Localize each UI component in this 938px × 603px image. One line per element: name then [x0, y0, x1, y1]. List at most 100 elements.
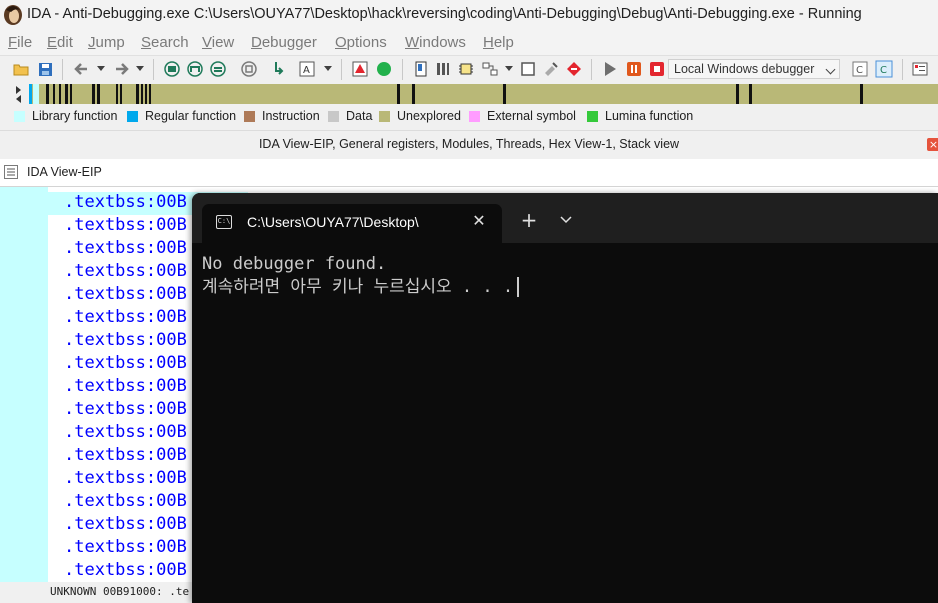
- legend-label: Unexplored: [397, 109, 461, 123]
- layout-icon[interactable]: [911, 60, 929, 78]
- nav-segment: [53, 84, 55, 104]
- command-prompt-icon: C:\: [216, 215, 232, 229]
- nav-segment: [412, 84, 415, 104]
- toolbar: A Local Windows debugger C C: [0, 55, 938, 83]
- debugger-select[interactable]: Local Windows debugger: [668, 59, 840, 79]
- nav-segment: [65, 84, 68, 104]
- pause-process-icon[interactable]: [625, 60, 643, 78]
- nav-segment: [59, 84, 61, 104]
- chip-icon[interactable]: [457, 60, 475, 78]
- close-tab-icon[interactable]: ✕: [467, 209, 491, 233]
- text-cursor: [517, 277, 520, 297]
- legend-swatch: [469, 110, 480, 122]
- legend-label: Library function: [32, 109, 118, 123]
- legend-label: Lumina function: [605, 109, 694, 123]
- new-tab-button[interactable]: +: [517, 208, 541, 232]
- menu-options[interactable]: Options: [335, 34, 387, 51]
- legend-swatch: [587, 110, 598, 122]
- continue-process-icon[interactable]: [601, 60, 619, 78]
- menu-search[interactable]: Search: [141, 34, 189, 51]
- back-dropdown-icon[interactable]: [97, 66, 105, 71]
- segments-icon[interactable]: [434, 60, 452, 78]
- terminal-tab[interactable]: C:\ C:\Users\OUYA77\Desktop\ ✕: [202, 204, 502, 243]
- graph-view-icon[interactable]: [163, 60, 181, 78]
- legend-item: External symbol: [469, 109, 576, 123]
- legend-swatch: [379, 110, 390, 122]
- chevron-down-icon: [825, 64, 836, 75]
- toolbar-separator: [153, 59, 154, 80]
- terminal-window[interactable]: C:\ C:\Users\OUYA77\Desktop\ ✕ + No debu…: [192, 193, 938, 603]
- hex-view-icon[interactable]: [240, 60, 258, 78]
- legend-label: Instruction: [262, 109, 320, 123]
- nav-segment: [860, 84, 863, 104]
- legend-swatch: [127, 110, 138, 122]
- menu-debugger[interactable]: Debugger: [251, 34, 317, 51]
- terminate-process-icon[interactable]: [648, 60, 666, 78]
- refresh-debugger-icon[interactable]: C: [875, 60, 893, 78]
- proximity-view-icon[interactable]: [186, 60, 204, 78]
- debugger-options-icon[interactable]: C: [851, 60, 869, 78]
- menu-bar: File Edit Jump Search View Debugger Opti…: [0, 30, 938, 55]
- ida-view-title[interactable]: IDA View-EIP: [27, 165, 102, 179]
- terminal-output-line: No debugger found.: [202, 254, 387, 274]
- run-to-cursor-icon[interactable]: [375, 60, 393, 78]
- legend-swatch: [328, 110, 339, 122]
- terminal-output[interactable]: No debugger found. 계속하려면 아무 키나 누르십시오 . .…: [202, 253, 520, 299]
- nav-segment: [736, 84, 739, 104]
- toolbar-separator: [341, 59, 342, 80]
- nav-segment: [149, 84, 151, 104]
- menu-help[interactable]: Help: [483, 34, 514, 51]
- legend-swatch: [244, 110, 255, 122]
- save-icon[interactable]: [36, 60, 54, 78]
- stop-sign-icon[interactable]: [565, 60, 583, 78]
- add-breakpoint-icon[interactable]: [351, 60, 369, 78]
- structures-dropdown-icon[interactable]: [505, 66, 513, 71]
- legend-item: Instruction: [244, 109, 320, 123]
- panel-tabs-title[interactable]: IDA View-EIP, General registers, Modules…: [0, 137, 938, 151]
- legend-label: Regular function: [145, 109, 237, 123]
- open-folder-icon[interactable]: [12, 60, 30, 78]
- bookmark-icon[interactable]: [412, 60, 430, 78]
- terminal-tab-label: C:\Users\OUYA77\Desktop\: [247, 214, 419, 230]
- nav-segment: [116, 84, 118, 104]
- toolbar-separator: [591, 59, 592, 80]
- svg-text:C: C: [880, 65, 887, 76]
- forward-dropdown-icon[interactable]: [136, 66, 144, 71]
- nav-segment: [749, 84, 752, 104]
- menu-jump[interactable]: Jump: [88, 34, 125, 51]
- menu-file[interactable]: File: [8, 34, 32, 51]
- ida-view-header: IDA View-EIP: [0, 159, 938, 187]
- navigation-band: [0, 82, 938, 106]
- legend-item: Library function: [14, 109, 117, 123]
- nav-segment: [92, 84, 95, 104]
- color-legend: Library function Regular function Instru…: [0, 106, 938, 128]
- menu-windows[interactable]: Windows: [405, 34, 466, 51]
- status-text: UNKNOWN 00B91000: .te: [50, 585, 190, 598]
- text-icon[interactable]: A: [298, 60, 316, 78]
- ida-logo-icon: [4, 5, 22, 25]
- menu-edit[interactable]: Edit: [47, 34, 73, 51]
- text-view-icon[interactable]: [209, 60, 227, 78]
- menu-view[interactable]: View: [202, 34, 234, 51]
- nav-segment: [29, 84, 32, 104]
- close-icon[interactable]: ×: [927, 138, 938, 151]
- toolbar-separator: [902, 59, 903, 80]
- text-dropdown-icon[interactable]: [324, 66, 332, 71]
- legend-item: Data: [328, 109, 372, 123]
- nav-segment: [503, 84, 506, 104]
- legend-item: Lumina function: [587, 109, 693, 123]
- toolbar-separator: [402, 59, 403, 80]
- disassembly-view-icon: [4, 165, 18, 179]
- tab-dropdown-button[interactable]: [554, 208, 578, 232]
- jump-down-icon[interactable]: [270, 60, 288, 78]
- forward-icon[interactable]: [112, 60, 130, 78]
- nav-segment: [141, 84, 143, 104]
- patch-icon[interactable]: [542, 60, 560, 78]
- structures-icon[interactable]: [481, 60, 499, 78]
- nav-segment: [46, 84, 49, 104]
- navigator-arrows-icon[interactable]: [13, 84, 23, 104]
- svg-text:C: C: [856, 65, 863, 76]
- window-icon[interactable]: [519, 60, 537, 78]
- navigator-strip[interactable]: [29, 84, 938, 104]
- back-icon[interactable]: [72, 60, 90, 78]
